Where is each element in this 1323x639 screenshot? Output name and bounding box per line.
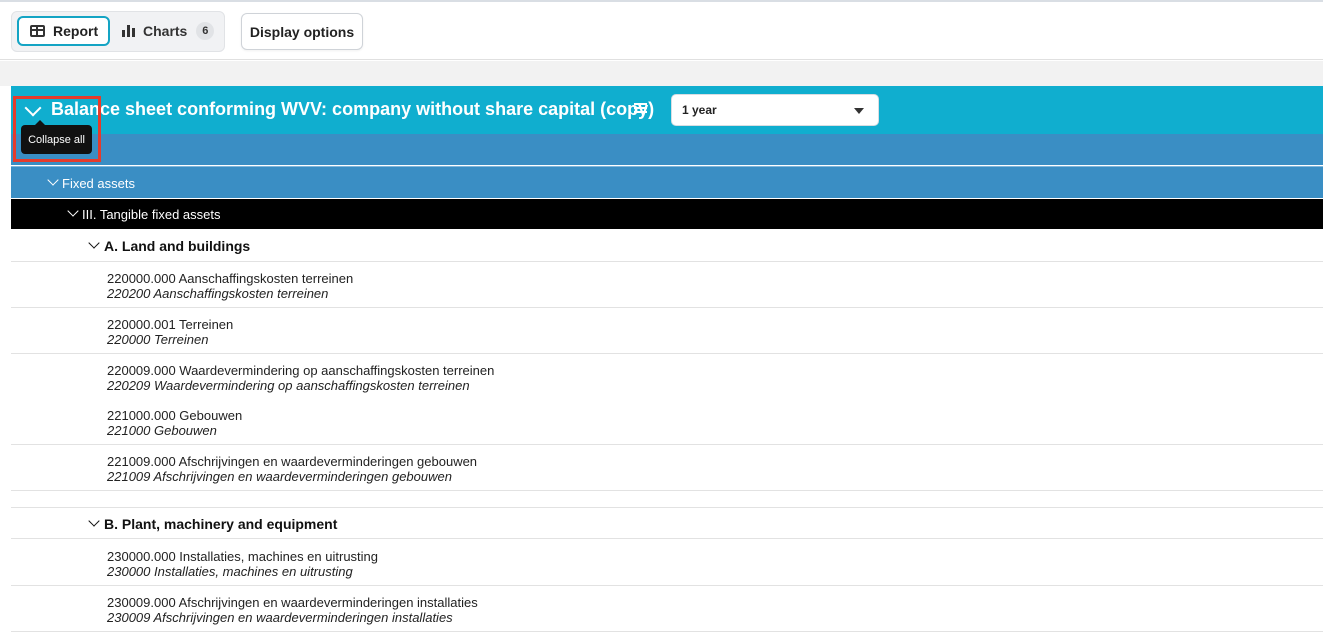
highlight-box xyxy=(13,96,101,162)
period-select[interactable]: 1 year xyxy=(671,94,879,126)
account-row[interactable]: 220000.001 Terreinen 220000 Terreinen xyxy=(11,308,1323,354)
account-name: 230000.000 Installaties, machines en uit… xyxy=(107,549,379,564)
report-tab-label: Report xyxy=(53,23,99,39)
chevron-down-icon[interactable] xyxy=(47,174,59,186)
account-name: 220009.000 Waardevermindering op aanscha… xyxy=(107,363,495,378)
account-name: 221000.000 Gebouwen xyxy=(107,408,243,423)
report-tab-button[interactable]: Report xyxy=(17,16,110,46)
charts-tab-button[interactable]: Charts 6 xyxy=(120,16,220,46)
account-name: 221009.000 Afschrijvingen en waardevermi… xyxy=(107,454,478,469)
charts-tab-label: Charts xyxy=(143,23,188,39)
report-header: Balance sheet conforming WVV: company wi… xyxy=(11,86,1323,134)
menu-icon[interactable] xyxy=(634,103,647,115)
tree-row-level1[interactable] xyxy=(11,134,1323,165)
account-source: 220000 Terreinen xyxy=(107,332,209,347)
report-title: Balance sheet conforming WVV: company wi… xyxy=(51,99,655,119)
account-source: 220209 Waardevermindering op aanschaffin… xyxy=(107,378,470,393)
tree-row-tangible-fixed-assets[interactable]: III. Tangible fixed assets xyxy=(11,199,1323,229)
account-source: 221000 Gebouwen xyxy=(107,423,217,438)
content-background xyxy=(0,61,1323,86)
display-options-button[interactable]: Display options xyxy=(241,13,363,50)
account-row[interactable]: 230000.000 Installaties, machines en uit… xyxy=(11,540,1323,586)
account-row[interactable]: 230009.000 Afschrijvingen en waardevermi… xyxy=(11,586,1323,632)
tree-row-fixed-assets[interactable]: Fixed assets xyxy=(11,166,1323,198)
account-row[interactable]: 221009.000 Afschrijvingen en waardevermi… xyxy=(11,445,1323,491)
chevron-down-icon[interactable] xyxy=(88,237,100,249)
account-source: 230009 Afschrijvingen en waardeverminder… xyxy=(107,610,453,625)
account-name: 230009.000 Afschrijvingen en waardevermi… xyxy=(107,595,478,610)
account-row[interactable]: 220009.000 Waardevermindering op aanscha… xyxy=(11,354,1323,400)
view-switcher: Report Charts 6 xyxy=(11,11,225,52)
account-row[interactable]: 220000.000 Aanschaffingskosten terreinen… xyxy=(11,262,1323,308)
table-icon xyxy=(30,25,45,37)
bar-chart-icon xyxy=(122,25,135,37)
account-name: 220000.001 Terreinen xyxy=(107,317,234,332)
group-label: A. Land and buildings xyxy=(104,238,251,254)
tree-row-land-buildings[interactable]: A. Land and buildings xyxy=(11,230,1323,262)
tree-row-label: Fixed assets xyxy=(62,176,135,191)
period-select-value: 1 year xyxy=(682,103,717,117)
account-source: 220200 Aanschaffingskosten terreinen xyxy=(107,286,329,301)
account-source: 230000 Installaties, machines en uitrust… xyxy=(107,564,353,579)
chevron-down-icon[interactable] xyxy=(67,205,79,217)
account-name: 220000.000 Aanschaffingskosten terreinen xyxy=(107,271,354,286)
toolbar: Report Charts 6 Display options xyxy=(0,2,1323,60)
caret-down-icon xyxy=(854,108,864,114)
chevron-down-icon[interactable] xyxy=(88,515,100,527)
charts-count-badge: 6 xyxy=(196,22,215,40)
tree-row-plant-machinery[interactable]: B. Plant, machinery and equipment xyxy=(11,507,1323,539)
account-source: 221009 Afschrijvingen en waardeverminder… xyxy=(107,469,452,484)
tree-row-label: III. Tangible fixed assets xyxy=(82,207,221,222)
group-label: B. Plant, machinery and equipment xyxy=(104,516,338,532)
account-row[interactable]: 221000.000 Gebouwen 221000 Gebouwen xyxy=(11,399,1323,445)
